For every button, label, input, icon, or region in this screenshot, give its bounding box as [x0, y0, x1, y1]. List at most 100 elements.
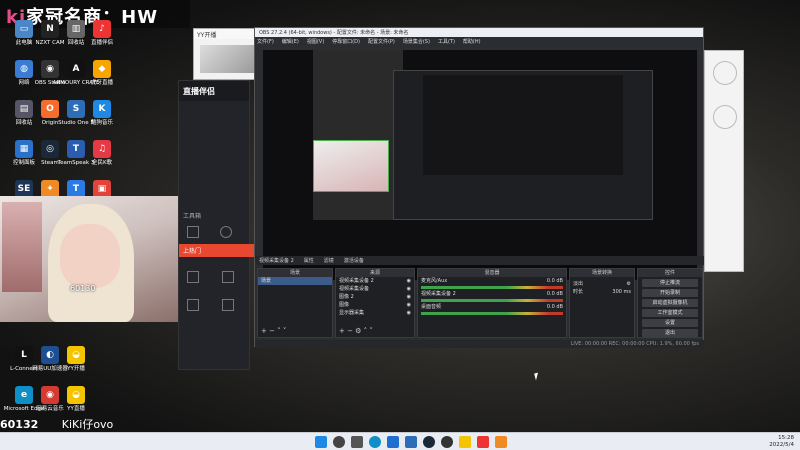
desktop-icon[interactable]: ◒ YY直播: [52, 386, 100, 412]
obs-menubar: 文件(F) 编辑(E) 视图(V) 停靠窗口(D) 配置文件(P) 场景集合(S…: [255, 37, 703, 46]
transitions-header: 场景转换: [570, 269, 634, 277]
volume-meter[interactable]: [421, 286, 563, 289]
shield-icon: [713, 105, 737, 129]
preview-nested-screen: [423, 75, 623, 175]
mouse-cursor: [534, 372, 540, 381]
app-icon: ◒: [67, 386, 85, 404]
source-item[interactable]: 显示器采集 ◉: [336, 309, 414, 317]
source-label: 图像 2: [339, 294, 354, 300]
desktop-icon[interactable]: K 酷狗音乐: [78, 100, 126, 126]
tool-icon[interactable]: [187, 299, 199, 311]
hot-banner[interactable]: 上热门: [179, 244, 259, 257]
scenes-header: 场景: [258, 269, 332, 277]
source-item[interactable]: 图像 2 ◉: [336, 293, 414, 301]
settings-button[interactable]: 设置: [642, 319, 698, 327]
preview-desktop: [313, 50, 403, 220]
streamer-face: [60, 224, 120, 288]
side-window[interactable]: [704, 50, 744, 272]
steam-icon[interactable]: [423, 436, 435, 448]
live-companion-title: 直播伴侣: [179, 81, 249, 101]
virtual-camera-button[interactable]: 启动虚拟摄像机: [642, 299, 698, 307]
desktop-icon-label: 酷狗音乐: [90, 120, 113, 126]
source-item[interactable]: 视频采集设备 ◉: [336, 285, 414, 293]
menu-file[interactable]: 文件(F): [257, 38, 274, 45]
source-item[interactable]: 视频采集设备 2 ◉: [336, 277, 414, 285]
menu-docks[interactable]: 停靠窗口(D): [332, 38, 360, 45]
stop-streaming-button[interactable]: 停止推流: [642, 279, 698, 287]
menu-tools[interactable]: 工具(T): [438, 38, 455, 45]
obs-statusbar: LIVE: 00:00:00 REC: 00:00:00 CPU: 1.9%, …: [255, 340, 705, 348]
menu-view[interactable]: 视图(V): [307, 38, 324, 45]
scenes-dock: 场景 场景 + − ˄ ˅: [257, 268, 333, 338]
download-icon[interactable]: [222, 299, 234, 311]
desktop-icon[interactable]: ♫ 全民K歌: [78, 140, 126, 166]
desktop-icon[interactable]: ◆ 虎牙直播: [78, 60, 126, 86]
obs-preview[interactable]: [263, 50, 697, 280]
menu-profile[interactable]: 配置文件(P): [368, 38, 395, 45]
scene-label: 场景: [261, 278, 272, 284]
search-icon[interactable]: [333, 436, 345, 448]
source-selected: 视频采集设备 2: [259, 258, 294, 264]
app-icon: ◆: [93, 60, 111, 78]
source-label: 视频采集设备 2: [339, 278, 374, 284]
source-item[interactable]: 图像 ◉: [336, 301, 414, 309]
tool-icon[interactable]: [187, 271, 199, 283]
clock-time: 15:28: [778, 435, 794, 441]
wall-poster: [2, 202, 42, 292]
source-label: 显示器采集: [339, 310, 365, 316]
mixer-channel: 桌面音频 0.0 dB: [418, 303, 566, 315]
menu-scene-collection[interactable]: 场景集合(S): [403, 38, 430, 45]
scene-controls[interactable]: + − ˄ ˅: [261, 327, 286, 335]
yy-preview: [200, 45, 256, 73]
eye-icon[interactable]: ◉: [407, 302, 411, 308]
eye-icon[interactable]: ◉: [407, 278, 411, 284]
yy-window[interactable]: YY开播: [193, 28, 263, 80]
exit-button[interactable]: 退出: [642, 329, 698, 337]
source-controls[interactable]: + − ⚙ ˄ ˅: [339, 327, 373, 335]
app-icon: K: [93, 100, 111, 118]
clock[interactable]: 15:28 2022/5/4: [769, 435, 794, 449]
mixer-channel-db: 0.0 dB: [546, 278, 563, 284]
app-icon[interactable]: [405, 436, 417, 448]
live-companion-panel[interactable]: 直播伴侣 工具箱 上热门: [178, 80, 259, 370]
mixer-channel-name: 桌面音频: [421, 304, 442, 310]
desktop-icon[interactable]: ◒ YY开播: [52, 346, 100, 372]
companion-icon[interactable]: [477, 436, 489, 448]
tool-icon[interactable]: [187, 226, 199, 238]
taskbar: 15:28 2022/5/4: [0, 432, 800, 450]
desktop-icon-label: 直播伴侣: [90, 40, 113, 46]
obs-icon[interactable]: [441, 436, 453, 448]
mixer-channel-name: 麦克风/Aux: [421, 278, 448, 284]
sources-header: 来源: [336, 269, 414, 277]
volume-meter[interactable]: [421, 299, 563, 302]
folder-icon[interactable]: [387, 436, 399, 448]
obs-window[interactable]: OBS 27.2.4 (64-bit, windows) - 配置文件: 未命名…: [254, 27, 705, 348]
preview-webcam: [313, 140, 389, 192]
desktop-icon[interactable]: ♪ 直播伴侣: [78, 20, 126, 46]
mixer-channel: 视频采集设备 2 0.0 dB: [418, 290, 566, 302]
desktop-icon-label: 虎牙直播: [90, 80, 113, 86]
transition-select[interactable]: 淡出: [573, 281, 583, 287]
taskview-icon[interactable]: [351, 436, 363, 448]
activate-button[interactable]: 激活设备: [344, 257, 364, 264]
duration-input[interactable]: 300 ms: [612, 289, 631, 295]
user-icon[interactable]: [220, 226, 232, 238]
volume-meter[interactable]: [421, 312, 563, 315]
eye-icon[interactable]: ◉: [407, 286, 411, 292]
score-counter: 60132: [0, 418, 39, 431]
menu-edit[interactable]: 编辑(E): [282, 38, 299, 45]
scene-item[interactable]: 场景: [258, 277, 332, 285]
eye-icon[interactable]: ◉: [407, 310, 411, 316]
properties-button[interactable]: 属性: [304, 257, 314, 264]
gear-icon[interactable]: ⚙: [627, 281, 631, 287]
eye-icon[interactable]: ◉: [407, 294, 411, 300]
start-icon[interactable]: [315, 436, 327, 448]
douyu-icon[interactable]: [495, 436, 507, 448]
menu-help[interactable]: 帮助(H): [463, 38, 481, 45]
filters-button[interactable]: 滤镜: [324, 257, 334, 264]
studio-mode-button[interactable]: 工作室模式: [642, 309, 698, 317]
yy-icon[interactable]: [459, 436, 471, 448]
download-icon[interactable]: [222, 271, 234, 283]
start-recording-button[interactable]: 开始录制: [642, 289, 698, 297]
edge-icon[interactable]: [369, 436, 381, 448]
